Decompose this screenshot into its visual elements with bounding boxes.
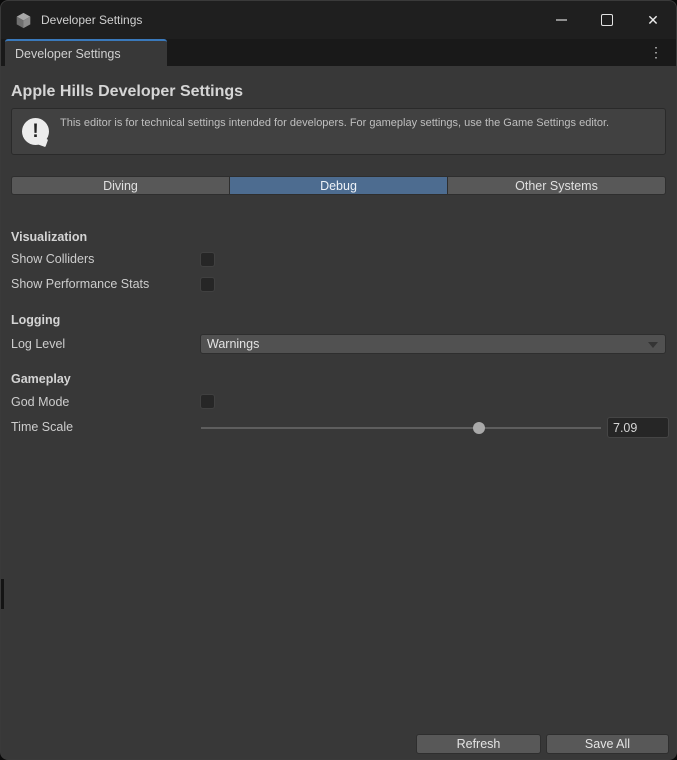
close-icon: ✕ [647,13,659,27]
tab-debug[interactable]: Debug [229,176,447,195]
slider-time-scale-track[interactable] [201,427,601,429]
tab-label: Developer Settings [15,47,121,61]
tab-menu-kebab-icon[interactable]: ⋮ [649,39,663,66]
checkbox-god-mode[interactable] [200,394,215,409]
section-title-gameplay: Gameplay [11,372,71,386]
tab-other-systems[interactable]: Other Systems [447,176,666,195]
refresh-button[interactable]: Refresh [416,734,541,754]
exclamation-icon: ! [22,118,49,145]
section-title-logging: Logging [11,313,60,327]
maximize-icon [601,14,613,26]
window-controls: ✕ [538,1,676,39]
label-show-performance-stats: Show Performance Stats [11,277,149,291]
chevron-down-icon [648,342,658,348]
section-title-visualization: Visualization [11,230,87,244]
page-title: Apple Hills Developer Settings [11,83,243,101]
maximize-button[interactable] [584,1,630,39]
dropdown-log-level-value: Warnings [207,337,259,351]
notice-text: This editor is for technical settings in… [60,116,651,131]
tab-diving[interactable]: Diving [11,176,229,195]
section-tabs: Diving Debug Other Systems [11,176,666,195]
label-god-mode: God Mode [11,395,69,409]
minimize-icon [556,19,567,21]
checkbox-show-colliders[interactable] [200,252,215,267]
developer-settings-window: Developer Settings ✕ Developer Settings … [0,0,677,760]
unity-app-icon [15,12,32,29]
label-log-level: Log Level [11,337,65,351]
editor-tab-bar: Developer Settings ⋮ [1,39,676,66]
time-scale-value: 7.09 [613,421,637,435]
input-time-scale-value[interactable]: 7.09 [607,417,669,438]
titlebar: Developer Settings ✕ [1,1,676,39]
window-title: Developer Settings [41,13,142,27]
label-time-scale: Time Scale [11,420,73,434]
close-button[interactable]: ✕ [630,1,676,39]
save-all-button[interactable]: Save All [546,734,669,754]
tab-developer-settings[interactable]: Developer Settings [5,39,167,66]
label-show-colliders: Show Colliders [11,252,94,266]
alert-bubble-icon: ! [22,118,49,145]
left-edge-shadow [1,579,4,609]
dropdown-log-level[interactable]: Warnings [200,334,666,354]
notice-box: ! This editor is for technical settings … [11,108,666,155]
slider-time-scale-thumb[interactable] [473,422,485,434]
checkbox-show-performance-stats[interactable] [200,277,215,292]
minimize-button[interactable] [538,1,584,39]
